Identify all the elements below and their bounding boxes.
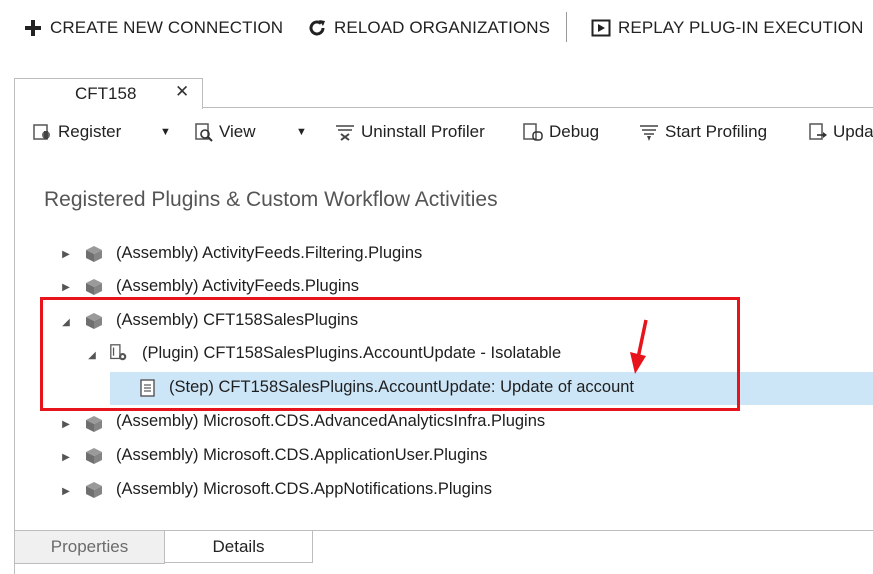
tree-row-assembly[interactable]: ▶ (Assembly) Microsoft.CDS.AppNotificati… <box>0 474 873 506</box>
replay-plugin-execution-label: REPLAY PLUG-IN EXECUTION <box>618 18 864 37</box>
start-profiling-icon <box>640 125 658 141</box>
assembly-icon <box>84 446 104 466</box>
replay-plugin-execution-button[interactable]: REPLAY PLUG-IN EXECUTION <box>590 14 864 42</box>
red-arrow-icon <box>630 319 648 374</box>
debug-label: Debug <box>549 122 600 141</box>
tree-row-label: (Assembly) ActivityFeeds.Filtering.Plugi… <box>116 244 423 262</box>
uninstall-profiler-icon <box>336 125 354 141</box>
close-icon[interactable]: ✕ <box>175 82 189 102</box>
expand-arrow-icon[interactable]: ▶ <box>60 248 72 260</box>
view-label: View <box>219 122 256 141</box>
reload-organizations-button[interactable]: RELOAD ORGANIZATIONS <box>306 14 550 42</box>
create-new-connection-label: CREATE NEW CONNECTION <box>50 18 284 37</box>
view-dropdown-arrow[interactable]: ▼ <box>296 126 307 138</box>
bottom-tab-underline <box>15 563 165 564</box>
tab-details[interactable]: Details <box>165 531 313 563</box>
debug-icon <box>523 123 543 141</box>
plus-icon <box>22 17 44 39</box>
assembly-icon <box>84 244 104 264</box>
register-button[interactable]: Register <box>32 120 121 144</box>
assembly-icon <box>84 414 104 434</box>
play-box-icon <box>590 17 612 39</box>
uninstall-profiler-button[interactable]: Uninstall Profiler <box>333 120 485 144</box>
toolbar-separator <box>566 12 567 42</box>
register-label: Register <box>58 122 122 141</box>
uninstall-profiler-label: Uninstall Profiler <box>361 122 485 141</box>
expand-arrow-icon[interactable]: ▶ <box>60 281 72 293</box>
start-profiling-button[interactable]: Start Profiling <box>637 120 767 144</box>
reload-organizations-label: RELOAD ORGANIZATIONS <box>334 18 551 37</box>
tab-strip-divider <box>203 107 873 108</box>
tab-cft158[interactable]: CFT158 ✕ <box>14 78 203 109</box>
section-title: Registered Plugins & Custom Workflow Act… <box>44 188 498 211</box>
expand-arrow-icon[interactable]: ▶ <box>60 485 72 497</box>
update-icon <box>809 123 827 140</box>
tab-properties[interactable]: Properties <box>15 531 165 563</box>
tree-row-label: (Assembly) Microsoft.CDS.ApplicationUser… <box>116 446 488 464</box>
tab-label: CFT158 <box>75 84 137 103</box>
tree-row-assembly[interactable]: ▶ (Assembly) Microsoft.CDS.AdvancedAnaly… <box>0 407 873 439</box>
tree-row-label: (Assembly) Microsoft.CDS.AdvancedAnalyti… <box>116 412 546 430</box>
view-icon <box>195 123 213 142</box>
tree-row-assembly[interactable]: ▶ (Assembly) ActivityFeeds.Filtering.Plu… <box>0 238 873 270</box>
register-icon <box>33 124 50 140</box>
debug-button[interactable]: Debug <box>521 120 599 144</box>
tree-row-label: (Assembly) ActivityFeeds.Plugins <box>116 277 359 295</box>
assembly-icon <box>84 277 104 297</box>
start-profiling-label: Start Profiling <box>665 122 768 141</box>
create-new-connection-button[interactable]: CREATE NEW CONNECTION <box>22 14 283 42</box>
assembly-icon <box>84 480 104 500</box>
update-label: Upda <box>833 122 873 141</box>
tree-row-assembly[interactable]: ▶ (Assembly) Microsoft.CDS.ApplicationUs… <box>0 440 873 472</box>
expand-arrow-icon[interactable]: ▶ <box>60 451 72 463</box>
expand-arrow-icon[interactable]: ▶ <box>60 418 72 430</box>
update-button[interactable]: Upda <box>807 120 873 144</box>
top-toolbar: CREATE NEW CONNECTION RELOAD ORGANIZATIO… <box>0 0 873 58</box>
refresh-icon <box>306 17 328 39</box>
plugin-toolbar: Register ▼ View ▼ Uninstall Profiler Deb… <box>15 112 873 152</box>
view-button[interactable]: View <box>193 120 256 144</box>
register-dropdown-arrow[interactable]: ▼ <box>160 126 171 138</box>
tree-row-label: (Assembly) Microsoft.CDS.AppNotification… <box>116 480 492 498</box>
